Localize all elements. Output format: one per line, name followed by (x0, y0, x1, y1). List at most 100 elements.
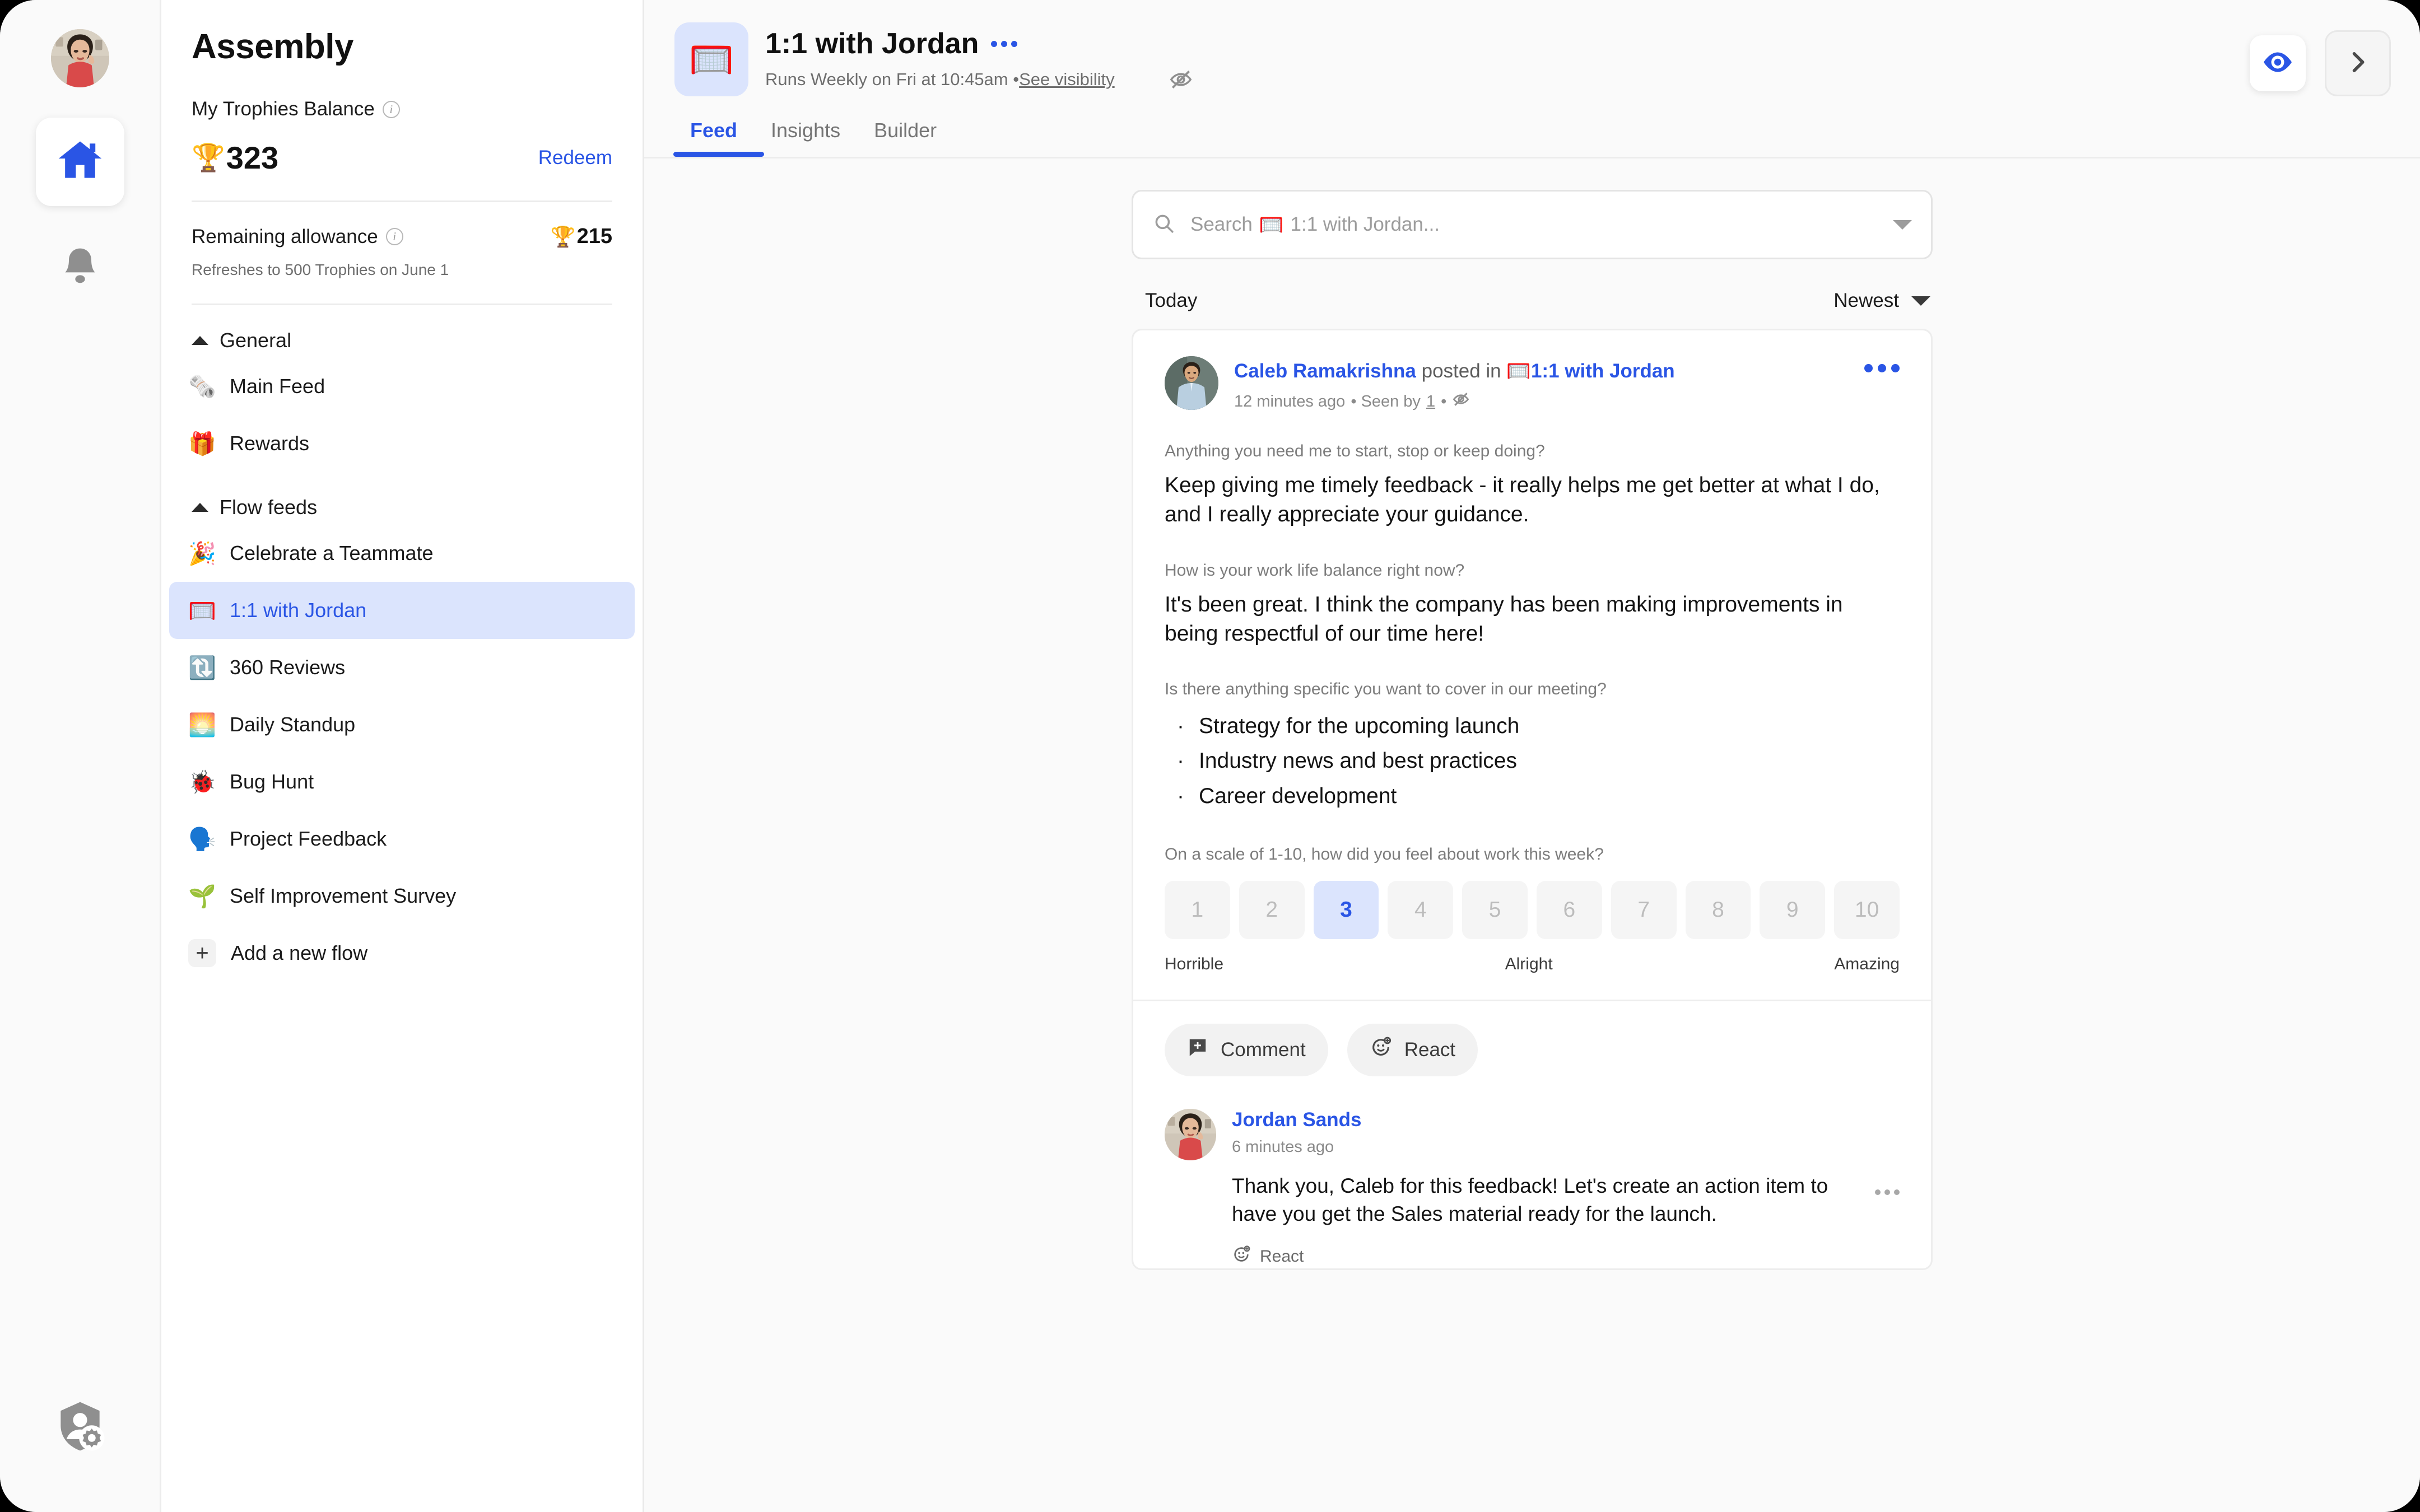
tab-feed[interactable]: Feed (673, 119, 754, 157)
info-icon[interactable]: i (385, 228, 403, 245)
post-answer-list: · Strategy for the upcoming launch · Indus… (1165, 709, 1900, 814)
avatar[interactable] (1165, 356, 1218, 410)
eye-off-icon[interactable] (1452, 390, 1470, 413)
comment-react-button[interactable]: React (1232, 1245, 1859, 1268)
post-seen-prefix: • Seen by (1351, 392, 1421, 410)
sidebar-item-label: Main Feed (230, 375, 325, 398)
info-icon[interactable]: i (382, 100, 400, 118)
nav-list-flow-feeds: 🎉 Celebrate a Teammate 🥅 1:1 with Jordan… (161, 525, 643, 982)
remaining-allowance-value-group: 🏆 215 (551, 225, 612, 249)
sidebar-item-main-feed[interactable]: 🗞️ Main Feed (169, 358, 635, 415)
tab-builder[interactable]: Builder (857, 119, 953, 157)
preview-button[interactable] (2250, 35, 2306, 91)
search-input[interactable]: Search 🥅 1:1 with Jordan... (1132, 190, 1933, 259)
comment-button[interactable]: Comment (1165, 1023, 1328, 1076)
eye-off-icon[interactable] (1169, 67, 1193, 92)
header-actions (2250, 30, 2391, 96)
nav-group-flow-feeds[interactable]: Flow feeds (192, 472, 612, 525)
allowance-refresh-note: Refreshes to 500 Trophies on June 1 (192, 261, 449, 278)
tab-bar: Feed Insights Builder (644, 119, 2420, 157)
sidebar-item-label: Self Improvement Survey (230, 884, 457, 907)
avatar[interactable] (50, 29, 109, 87)
post-answer: Keep giving me timely feedback - it real… (1165, 473, 1880, 527)
sidebar-item-notifications[interactable] (36, 223, 124, 311)
rating-option-5[interactable]: 5 (1462, 880, 1528, 939)
sidebar-item-self-improvement-survey[interactable]: 🌱 Self Improvement Survey (169, 867, 635, 925)
rating-scale: 1 2 3 4 5 6 7 8 9 10 (1165, 880, 1900, 939)
sidebar-item-label: Celebrate a Teammate (230, 542, 434, 564)
post-author-line: Caleb Ramakrishna posted in 🥅1:1 with Jo… (1234, 360, 1849, 382)
trophies-balance-row: My Trophies Balance i (192, 98, 612, 120)
list-item-label: Career development (1199, 783, 1397, 808)
tab-insights[interactable]: Insights (754, 119, 857, 157)
add-new-flow-label: Add a new flow (231, 941, 368, 964)
sidebar-item-360-reviews[interactable]: 🔃 360 Reviews (169, 639, 635, 696)
sidebar-item-rewards[interactable]: 🎁 Rewards (169, 415, 635, 472)
post-flow-name[interactable]: 1:1 with Jordan (1531, 360, 1675, 382)
feed-date-group: Today (1145, 290, 1198, 311)
post-seen-count[interactable]: 1 (1426, 393, 1435, 411)
redeem-link[interactable]: Redeem (538, 147, 612, 169)
nav-list-general: 🗞️ Main Feed 🎁 Rewards (161, 358, 643, 472)
party-popper-icon: 🎉 (188, 541, 216, 566)
goal-net-icon: 🥅 (188, 598, 216, 623)
nav-group-title: General (220, 329, 292, 352)
app-window: Assembly My Trophies Balance i 🏆 323 Red… (0, 0, 2420, 1512)
post-timestamp: 12 minutes ago (1234, 392, 1346, 410)
post-block: Is there anything specific you want to c… (1165, 680, 1900, 814)
sidebar-item-home[interactable] (35, 118, 124, 206)
active-tab-indicator (673, 152, 764, 157)
post-author-name[interactable]: Caleb Ramakrishna (1234, 360, 1416, 382)
feed-area: Search 🥅 1:1 with Jordan... Today Newest (644, 158, 2420, 1512)
eye-icon (2261, 45, 2295, 82)
comment-author-name[interactable]: Jordan Sands (1232, 1109, 1859, 1131)
post-card: Caleb Ramakrishna posted in 🥅1:1 with Jo… (1132, 329, 1933, 1271)
post-question: On a scale of 1-10, how did you feel abo… (1165, 844, 1604, 864)
list-item-label: Industry news and best practices (1199, 749, 1517, 773)
remaining-allowance-label: Remaining allowance (192, 225, 378, 248)
sidebar-item-bug-hunt[interactable]: 🐞 Bug Hunt (169, 753, 635, 810)
chevron-down-icon[interactable] (1893, 220, 1912, 230)
flow-options-button[interactable] (991, 40, 1018, 47)
post-header: Caleb Ramakrishna posted in 🥅1:1 with Jo… (1165, 356, 1900, 413)
sidebar-item-project-feedback[interactable]: 🗣️ Project Feedback (169, 810, 635, 867)
add-new-flow-button[interactable]: + Add a new flow (169, 925, 635, 982)
app-title: Assembly (192, 27, 353, 66)
icon-rail (0, 0, 161, 1512)
rating-option-2[interactable]: 2 (1239, 880, 1305, 939)
rating-option-3-selected[interactable]: 3 (1313, 880, 1379, 939)
trophies-balance-value-group: 🏆 323 (192, 139, 278, 176)
chevron-up-icon (192, 336, 208, 345)
sidebar-item-1-1-with-jordan[interactable]: 🥅 1:1 with Jordan (169, 582, 635, 639)
avatar[interactable] (1165, 1108, 1216, 1160)
sidebar-item-label: 1:1 with Jordan (230, 599, 367, 622)
chevron-up-icon (192, 503, 208, 512)
ladybug-icon: 🐞 (188, 769, 216, 795)
post-scale-block: On a scale of 1-10, how did you feel abo… (1165, 845, 1900, 974)
post-question: How is your work life balance right now? (1165, 561, 1465, 580)
post-answer: It's been great. I think the company has… (1165, 592, 1843, 646)
rating-option-8[interactable]: 8 (1685, 880, 1751, 939)
post-options-button[interactable] (1864, 364, 1900, 372)
comment-options-button[interactable] (1875, 1109, 1900, 1269)
rating-option-10[interactable]: 10 (1834, 880, 1900, 939)
nav-group-general[interactable]: General (192, 305, 612, 358)
sort-selector[interactable]: Newest (1833, 290, 1930, 312)
rating-option-6[interactable]: 6 (1536, 880, 1602, 939)
sidebar-item-admin-settings[interactable] (51, 1397, 109, 1458)
rating-option-4[interactable]: 4 (1388, 880, 1454, 939)
add-reaction-icon (1370, 1036, 1392, 1063)
goal-net-icon: 🥅 (1506, 360, 1531, 382)
sidebar-item-daily-standup[interactable]: 🌅 Daily Standup (169, 696, 635, 753)
rating-scale-labels: Horrible Alright Amazing (1165, 955, 1900, 974)
collapse-panel-button[interactable] (2325, 30, 2391, 96)
sidebar-item-celebrate-a-teammate[interactable]: 🎉 Celebrate a Teammate (169, 525, 635, 582)
rating-option-9[interactable]: 9 (1760, 880, 1826, 939)
rating-option-1[interactable]: 1 (1165, 880, 1230, 939)
gift-icon: 🎁 (188, 431, 216, 456)
rating-option-7[interactable]: 7 (1611, 880, 1677, 939)
react-button[interactable]: React (1347, 1023, 1478, 1076)
newspaper-icon: 🗞️ (188, 374, 216, 399)
sort-label: Newest (1833, 290, 1899, 311)
see-visibility-link[interactable]: See visibility (1019, 69, 1115, 90)
